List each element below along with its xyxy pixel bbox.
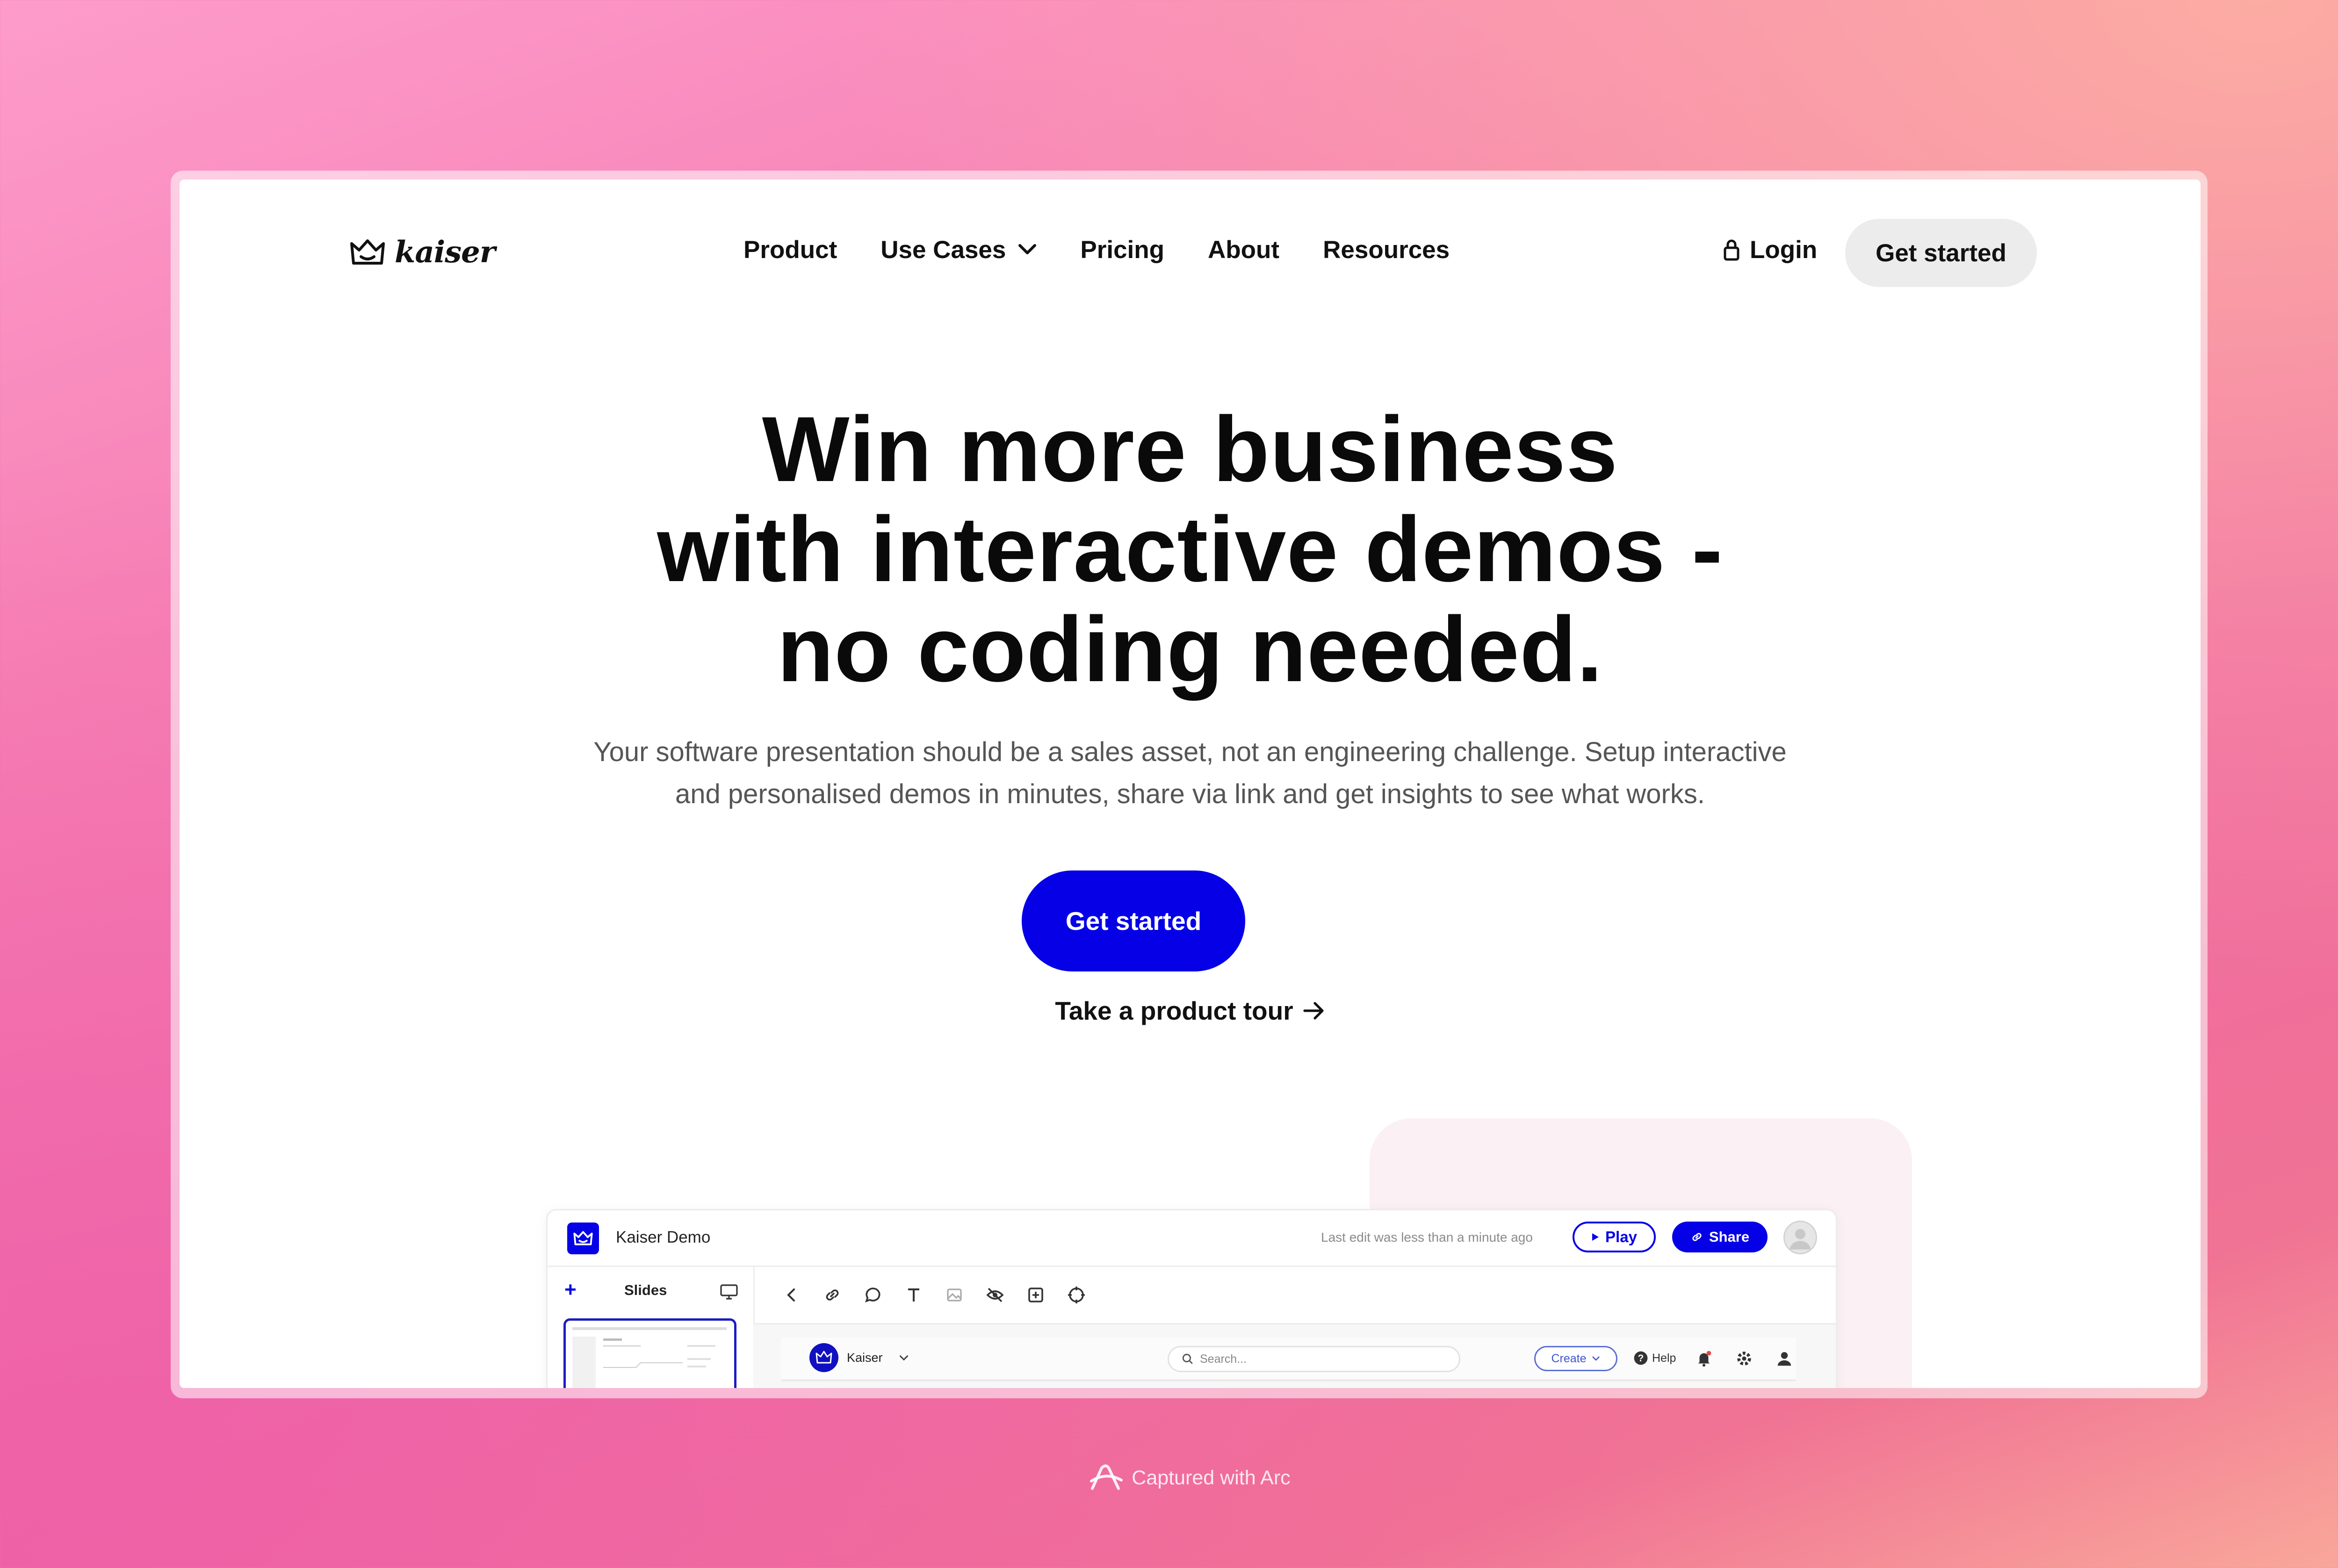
search-placeholder: Search...	[1200, 1352, 1247, 1366]
editor-toolbar	[755, 1267, 1836, 1324]
add-slide-button[interactable]: +	[564, 1278, 577, 1302]
brand-name: kaiser	[395, 235, 496, 270]
demo-title: Kaiser Demo	[616, 1228, 711, 1246]
slide-preview	[572, 1327, 727, 1388]
brand-logo[interactable]: kaiser	[349, 235, 496, 270]
avatar[interactable]	[1783, 1221, 1817, 1254]
browser-window: kaiser Product Use Cases Pricing About R…	[180, 180, 2201, 1388]
target-icon[interactable]	[1067, 1286, 1086, 1304]
lock-icon	[1724, 239, 1739, 261]
link-icon[interactable]	[823, 1286, 842, 1304]
create-button[interactable]: Create	[1534, 1346, 1617, 1371]
hero-title-line: with interactive demos -	[657, 497, 1723, 601]
last-edit-status: Last edit was less than a minute ago	[1321, 1230, 1533, 1244]
crown-icon	[815, 1351, 832, 1364]
hide-icon[interactable]	[986, 1286, 1004, 1304]
play-button[interactable]: Play	[1573, 1222, 1656, 1252]
hero-subtitle-line: and personalised demos in minutes, share…	[675, 779, 1705, 809]
nav-item-product[interactable]: Product	[743, 236, 837, 264]
create-label: Create	[1551, 1352, 1587, 1365]
slides-label: Slides	[624, 1282, 667, 1298]
chevron-down-icon	[1592, 1356, 1600, 1361]
search-input[interactable]: Search...	[1168, 1346, 1460, 1372]
product-tour-label: Take a product tour	[1055, 996, 1293, 1025]
gear-icon[interactable]	[1735, 1350, 1753, 1367]
search-icon	[1182, 1353, 1193, 1364]
crown-icon	[350, 239, 385, 265]
arrow-right-icon	[1303, 1002, 1324, 1020]
nav-item-pricing[interactable]: Pricing	[1080, 236, 1164, 264]
user-icon	[1790, 1229, 1811, 1250]
help-icon: ?	[1634, 1351, 1648, 1365]
demo-app-preview: Kaiser Demo Last edit was less than a mi…	[546, 1209, 1837, 1388]
svg-text:?: ?	[1638, 1353, 1644, 1364]
bell-icon[interactable]	[1695, 1350, 1713, 1367]
chevron-left-icon[interactable]	[783, 1286, 801, 1304]
hero-title-line: no coding needed.	[777, 597, 1603, 701]
user-icon[interactable]	[1775, 1350, 1793, 1367]
capture-footer: Captured with Arc	[0, 1463, 2338, 1492]
demo-header: Kaiser Demo Last edit was less than a mi…	[548, 1210, 1836, 1267]
monitor-icon[interactable]	[720, 1284, 738, 1300]
add-box-icon[interactable]	[1026, 1286, 1045, 1304]
slide-thumbnail[interactable]	[563, 1318, 736, 1388]
crown-icon	[573, 1231, 593, 1245]
demo-canvas: Kaiser Search... Create ? Help	[753, 1324, 1836, 1388]
chevron-down-icon	[899, 1355, 909, 1361]
link-icon	[1692, 1233, 1702, 1241]
demo-logo	[567, 1223, 599, 1254]
hero-title-line: Win more business	[762, 397, 1618, 501]
help-link[interactable]: ? Help	[1633, 1351, 1676, 1366]
arc-logo-icon	[1090, 1464, 1123, 1490]
main-nav: Product Use Cases Pricing About Resource…	[743, 226, 1450, 273]
hero-subtitle: Your software presentation should be a s…	[180, 731, 2201, 815]
nav-item-use-cases[interactable]: Use Cases	[880, 236, 1037, 264]
header-get-started-button[interactable]: Get started	[1845, 219, 2037, 287]
chevron-down-icon	[1018, 244, 1037, 254]
play-icon	[1592, 1233, 1599, 1241]
nav-item-label: Pricing	[1080, 236, 1165, 264]
slides-sidebar: + Slides	[548, 1267, 755, 1388]
hero-title: Win more business with interactive demos…	[180, 399, 2201, 699]
login-label: Login	[1750, 236, 1818, 264]
nav-item-label: Resources	[1323, 236, 1450, 264]
share-button[interactable]: Share	[1672, 1222, 1768, 1252]
play-label: Play	[1605, 1228, 1637, 1245]
image-icon[interactable]	[945, 1286, 964, 1304]
hero-get-started-button[interactable]: Get started	[1022, 870, 1245, 971]
capture-text: Captured with Arc	[1132, 1466, 1291, 1489]
product-tour-link[interactable]: Take a product tour	[180, 996, 2201, 1026]
nav-item-resources[interactable]: Resources	[1323, 236, 1450, 264]
hero-subtitle-line: Your software presentation should be a s…	[593, 737, 1787, 767]
comment-icon[interactable]	[864, 1286, 882, 1304]
help-label: Help	[1652, 1351, 1676, 1365]
inner-app-header: Kaiser Search... Create ? Help	[781, 1338, 1796, 1381]
nav-item-label: Use Cases	[880, 236, 1006, 264]
nav-item-label: Product	[743, 236, 837, 264]
text-icon[interactable]	[904, 1286, 923, 1304]
login-link[interactable]: Login	[1724, 235, 1817, 265]
workspace-name[interactable]: Kaiser	[847, 1351, 883, 1365]
nav-item-label: About	[1208, 236, 1280, 264]
workspace-logo	[809, 1343, 838, 1372]
share-label: Share	[1709, 1229, 1750, 1245]
nav-item-about[interactable]: About	[1208, 236, 1279, 264]
